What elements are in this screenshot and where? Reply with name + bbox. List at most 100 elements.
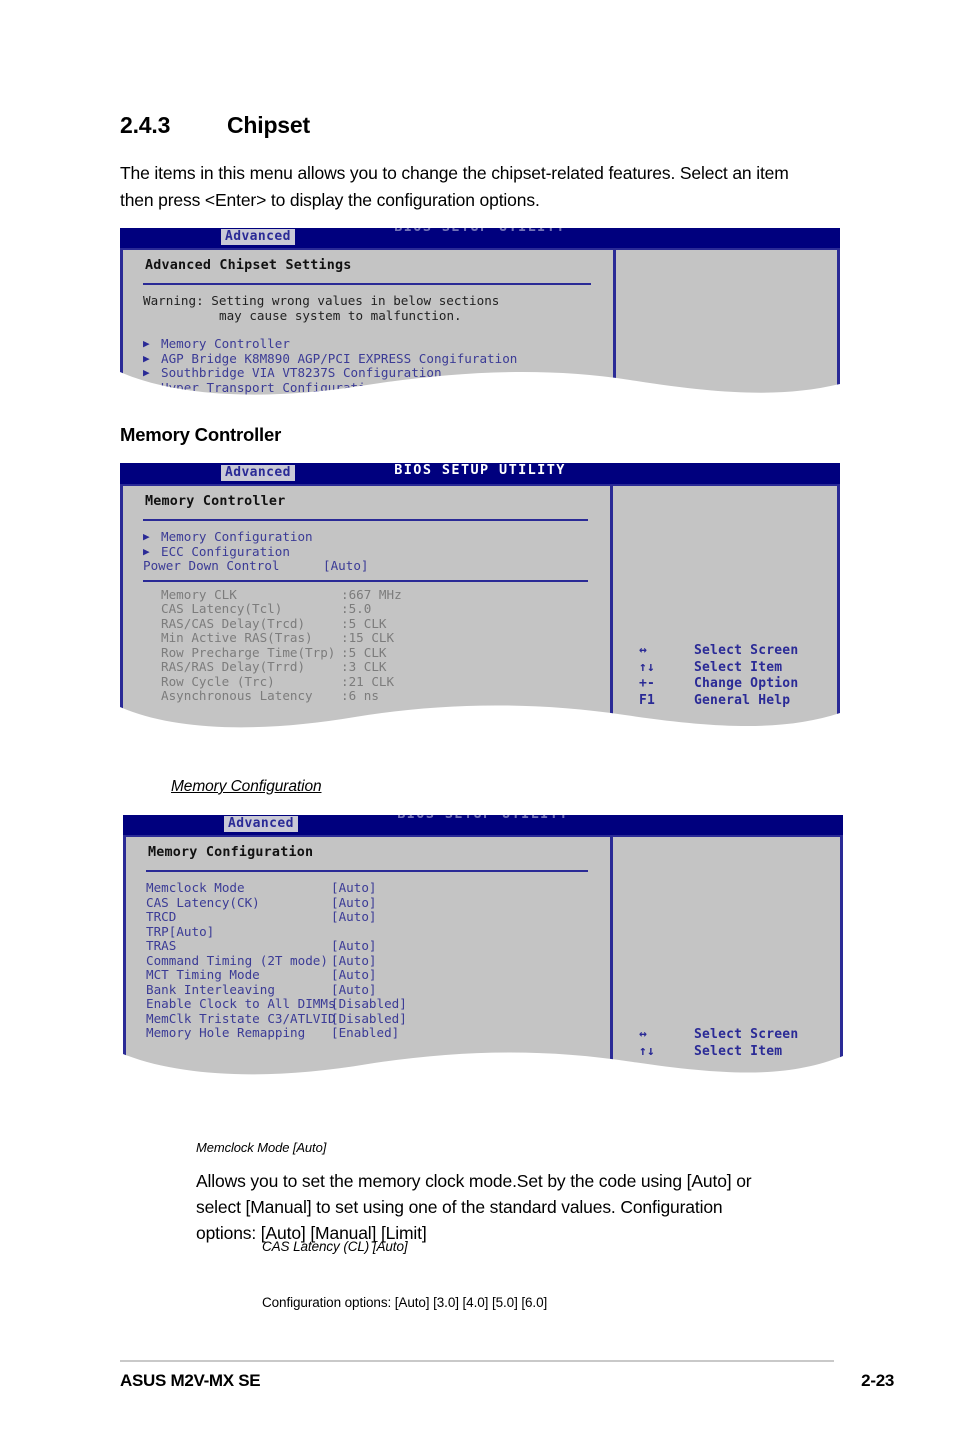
f1-key-icon: F1	[639, 692, 656, 708]
tab-advanced[interactable]: Advanced	[221, 229, 295, 245]
warning-text-1: Warning: Setting wrong values in below s…	[143, 293, 500, 308]
key-hint: ↑↓ Select Item	[639, 1044, 798, 1061]
info-value: :3 CLK	[341, 659, 387, 674]
footer-product-name: ASUS M2V-MX SE	[120, 1371, 261, 1390]
panel-title: Memory Controller	[145, 494, 286, 509]
bios-titlebar: BIOS SETUP UTILITY Advanced	[120, 228, 840, 245]
setting-bank-interleaving[interactable]: Bank Interleaving [Auto]	[126, 982, 610, 998]
setting-label: CAS Latency(CK)	[146, 894, 260, 910]
desc-title-cas-latency: CAS Latency (CL) [Auto]	[262, 1239, 408, 1254]
bios-main-panel: Memory Configuration Memclock Mode [Auto…	[123, 835, 610, 1078]
info-row: Row Cycle (Trc) :21 CLK	[123, 673, 610, 690]
setting-trp[interactable]: TRP[Auto]	[126, 923, 610, 940]
desc-body-cas-latency: Configuration options: [Auto] [3.0] [4.0…	[262, 1295, 548, 1310]
setting-label: Enable Clock to All DIMMs	[146, 996, 336, 1011]
info-row: Row Precharge Time(Trp) :5 CLK	[123, 644, 610, 661]
tab-advanced[interactable]: Advanced	[221, 465, 295, 481]
menu-item-label: Memory Controller	[161, 336, 290, 351]
key-hint: ↑↓ Select Item	[639, 660, 798, 677]
bios-body: Memory Configuration Memclock Mode [Auto…	[123, 835, 843, 1078]
subheading-memory-controller: Memory Controller	[120, 424, 282, 445]
bios-body: Advanced Chipset Settings Warning: Setti…	[120, 248, 840, 400]
info-label: Row Precharge Time(Trp)	[161, 644, 336, 660]
setting-value: [Enabled]	[331, 1025, 400, 1040]
setting-enable-clock-all-dimms[interactable]: Enable Clock to All DIMMs [Disabled]	[126, 996, 610, 1012]
key-hint-label: Select Screen	[694, 643, 799, 658]
key-hint: ↔ Select Screen	[639, 643, 798, 660]
info-value: :15 CLK	[341, 630, 395, 645]
menu-item-southbridge[interactable]: ▶ Southbridge VIA VT8237S Configuration	[123, 365, 613, 381]
arrow-lr-icon: ↔	[639, 1027, 648, 1042]
setting-memclk-tristate[interactable]: MemClk Tristate C3/ATLVID [Disabled]	[126, 1010, 610, 1027]
tab-advanced[interactable]: Advanced	[224, 816, 298, 832]
setting-label: Memclock Mode	[146, 880, 245, 895]
key-hint-label: Select Item	[694, 1043, 783, 1059]
setting-value: [Auto]	[323, 558, 369, 573]
manual-page: 2.4.3 Chipset The items in this menu all…	[0, 0, 954, 1438]
info-value: :5.0	[341, 601, 372, 616]
warning-line-1: Warning: Setting wrong values in below s…	[123, 293, 613, 309]
page-title: 2.4.3 Chipset	[120, 112, 310, 139]
setting-value: [Auto]	[331, 880, 377, 895]
info-label: Min Active RAS(Tras)	[161, 630, 313, 645]
bios-main-panel: Advanced Chipset Settings Warning: Setti…	[120, 248, 613, 400]
warning-text-2: may cause system to malfunction.	[219, 307, 462, 323]
menu-item-label: Hyper Transport Configuration	[161, 379, 381, 395]
submenu-label: ECC Configuration	[161, 543, 290, 559]
info-row: CAS Latency(Tcl) :5.0	[123, 601, 610, 617]
setting-memory-hole-remapping[interactable]: Memory Hole Remapping [Enabled]	[126, 1025, 610, 1041]
key-hint-label: Select Item	[694, 659, 783, 675]
key-hints: ↔ Select Screen ↑↓ Select Item	[639, 1027, 798, 1060]
info-label: RAS/RAS Delay(Trrd)	[161, 659, 306, 674]
info-label: Memory CLK	[161, 586, 237, 602]
menu-item-memory-controller[interactable]: ▶ Memory Controller	[123, 336, 613, 352]
info-rows: Memory CLK :667 MHz CAS Latency(Tcl) :5.…	[123, 582, 610, 704]
info-row: Min Active RAS(Tras) :15 CLK	[123, 630, 610, 646]
section-title: Chipset	[227, 112, 310, 138]
setting-cas-latency-ck[interactable]: CAS Latency(CK) [Auto]	[126, 894, 610, 911]
setting-label: Memory Hole Remapping	[146, 1025, 306, 1040]
info-row: Asynchronous Latency :6 ns	[123, 688, 610, 704]
setting-label: MemClk Tristate C3/ATLVID	[146, 1010, 336, 1026]
info-row: Memory CLK :667 MHz	[123, 586, 610, 603]
bios-body: Memory Controller ▶ Memory Configuration…	[120, 484, 840, 733]
setting-tras[interactable]: TRAS [Auto]	[126, 938, 610, 954]
triangle-right-icon: ▶	[143, 337, 150, 350]
setting-label: TRP[Auto]	[146, 923, 215, 939]
submenu-ecc-configuration[interactable]: ▶ ECC Configuration	[123, 543, 610, 560]
info-label: Row Cycle (Trc)	[161, 673, 275, 689]
setting-command-timing[interactable]: Command Timing (2T mode) [Auto]	[126, 952, 610, 969]
setting-mct-timing-mode[interactable]: MCT Timing Mode [Auto]	[126, 967, 610, 983]
info-row: RAS/RAS Delay(Trrd) :3 CLK	[123, 659, 610, 675]
submenu-memory-configuration[interactable]: ▶ Memory Configuration	[123, 529, 610, 545]
triangle-right-icon: ▶	[143, 544, 150, 558]
menu-item-hyper-transport[interactable]: ▶ Hyper Transport Configuration	[123, 379, 613, 396]
info-value: :21 CLK	[341, 673, 395, 689]
footer-page-number: 2-23	[861, 1371, 894, 1390]
menu-item-label: AGP Bridge K8M890 AGP/PCI EXPRESS Congif…	[161, 350, 518, 366]
setting-power-down-control[interactable]: Power Down Control [Auto]	[123, 558, 610, 574]
setting-value: [Auto]	[331, 952, 377, 968]
bios-titlebar: BIOS SETUP UTILITY Advanced	[123, 815, 843, 832]
info-row: RAS/CAS Delay(Trcd) :5 CLK	[123, 616, 610, 632]
setting-label: MCT Timing Mode	[146, 967, 260, 982]
key-hint-label: Select Screen	[694, 1027, 799, 1042]
bios-help-panel: ↔ Select Screen ↑↓ Select Item +- Change…	[610, 484, 840, 733]
footer-divider	[120, 1360, 834, 1362]
triangle-right-icon: ▶	[143, 530, 150, 543]
setting-memclock-mode[interactable]: Memclock Mode [Auto]	[126, 880, 610, 896]
info-label: Asynchronous Latency	[161, 688, 313, 703]
warning-line-2: may cause system to malfunction.	[123, 307, 613, 324]
panel-rows: ▶ Memory Configuration ▶ ECC Configurati…	[123, 521, 610, 574]
key-hint: F1 General Help	[639, 693, 798, 710]
panel-rows: Memclock Mode [Auto] CAS Latency(CK) [Au…	[126, 872, 610, 1041]
bios-screenshot-advanced-chipset: BIOS SETUP UTILITY Advanced Advanced Chi…	[120, 228, 840, 400]
subheading-memory-configuration: Memory Configuration	[171, 778, 322, 795]
key-hint-label: Change Option	[694, 676, 799, 691]
bios-screenshot-memory-controller: BIOS SETUP UTILITY Advanced Memory Contr…	[120, 463, 840, 733]
bios-screenshot-memory-configuration: BIOS SETUP UTILITY Advanced Memory Confi…	[123, 815, 843, 1078]
menu-item-agp-bridge[interactable]: ▶ AGP Bridge K8M890 AGP/PCI EXPRESS Cong…	[123, 350, 613, 367]
setting-trcd[interactable]: TRCD [Auto]	[126, 909, 610, 925]
setting-value: [Disabled]	[331, 996, 407, 1011]
desc-body-memclock-mode: Allows you to set the memory clock mode.…	[196, 1171, 752, 1243]
